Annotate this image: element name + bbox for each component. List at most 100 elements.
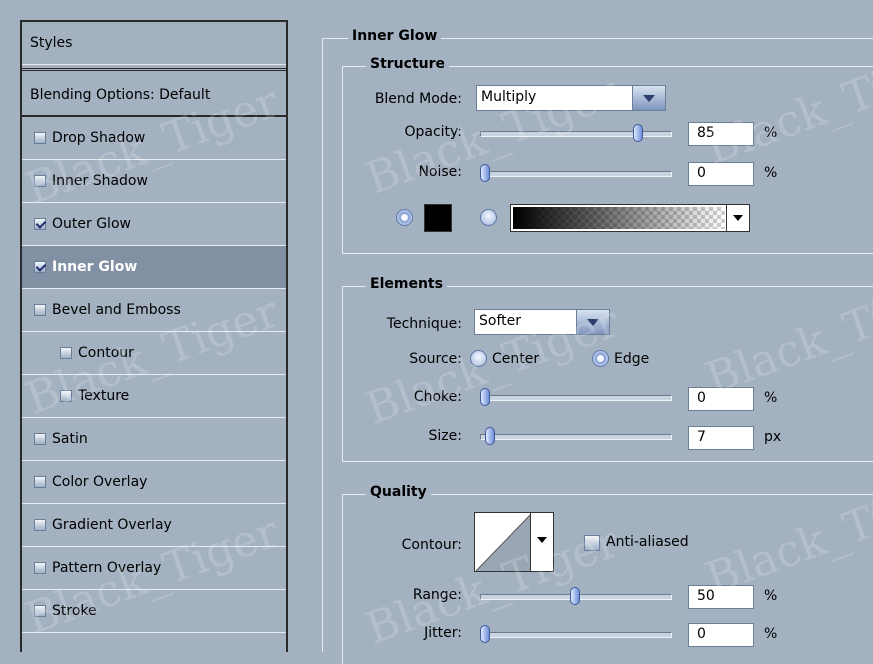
style-checkbox[interactable]: [60, 347, 72, 359]
structure-title: Structure: [366, 56, 450, 72]
style-item-contour[interactable]: Contour: [22, 332, 286, 375]
quality-title: Quality: [366, 484, 431, 500]
contour-picker[interactable]: [474, 512, 554, 572]
styles-header-label: Styles: [30, 35, 73, 51]
jitter-slider-handle[interactable]: [480, 625, 490, 643]
noise-slider[interactable]: [480, 171, 672, 177]
technique-select[interactable]: Softer: [474, 309, 610, 335]
gradient-radio[interactable]: [480, 209, 497, 226]
style-item-label: Pattern Overlay: [52, 560, 162, 576]
style-checkbox[interactable]: [34, 132, 46, 144]
range-unit: %: [764, 588, 778, 604]
inner-glow-group-left-border: [322, 38, 323, 652]
technique-value: Softer: [479, 313, 521, 329]
style-checkbox[interactable]: [34, 605, 46, 617]
style-item-label: Inner Glow: [52, 259, 138, 275]
style-checkbox[interactable]: [34, 562, 46, 574]
contour-preview: [476, 513, 532, 571]
styles-list-panel: Styles Blending Options: Default Drop Sh…: [20, 20, 288, 652]
chevron-down-icon: [537, 537, 547, 543]
size-slider-handle[interactable]: [485, 427, 496, 445]
chevron-down-icon: [733, 215, 743, 221]
blend-mode-select[interactable]: Multiply: [476, 85, 666, 111]
blend-mode-label: Blend Mode:: [374, 91, 462, 107]
choke-unit: %: [764, 390, 778, 406]
opacity-slider[interactable]: [480, 131, 672, 137]
opacity-slider-handle[interactable]: [633, 124, 643, 142]
gradient-dropdown[interactable]: [726, 205, 749, 231]
style-checkbox[interactable]: [34, 433, 46, 445]
choke-slider-handle[interactable]: [480, 388, 490, 406]
anti-aliased-label: Anti-aliased: [606, 534, 689, 550]
noise-input[interactable]: 0: [688, 162, 754, 186]
noise-slider-handle[interactable]: [480, 164, 490, 182]
style-checkbox[interactable]: [34, 519, 46, 531]
elements-title: Elements: [366, 276, 447, 292]
chevron-down-icon[interactable]: [632, 86, 665, 110]
style-checkbox[interactable]: [34, 304, 46, 316]
style-item-label: Texture: [78, 388, 130, 404]
style-item-label: Gradient Overlay: [52, 517, 172, 533]
styles-header[interactable]: Styles: [22, 22, 286, 65]
style-item-inner-glow[interactable]: Inner Glow: [22, 246, 286, 289]
style-checkbox[interactable]: [34, 175, 46, 187]
jitter-slider[interactable]: [480, 632, 672, 638]
style-item-label: Color Overlay: [52, 474, 148, 490]
range-slider-handle[interactable]: [570, 587, 580, 605]
chevron-down-icon[interactable]: [576, 310, 609, 334]
contour-dropdown[interactable]: [530, 513, 553, 571]
source-edge-radio[interactable]: [592, 350, 609, 367]
noise-label: Noise:: [418, 164, 462, 180]
jitter-input[interactable]: 0: [688, 623, 754, 647]
jitter-unit: %: [764, 626, 778, 642]
size-unit: px: [764, 429, 782, 445]
source-center-radio[interactable]: [470, 350, 487, 367]
technique-label: Technique:: [386, 316, 462, 332]
style-item-drop-shadow[interactable]: Drop Shadow: [22, 117, 286, 160]
opacity-label: Opacity:: [404, 124, 462, 140]
range-label: Range:: [412, 587, 462, 603]
blend-mode-value: Multiply: [481, 89, 537, 105]
style-item-label: Bevel and Emboss: [52, 302, 181, 318]
solid-color-radio[interactable]: [396, 209, 413, 226]
style-checkbox[interactable]: [34, 261, 46, 273]
style-item-label: Satin: [52, 431, 88, 447]
glow-color-swatch[interactable]: [424, 204, 452, 232]
contour-label: Contour:: [401, 537, 462, 553]
style-item-stroke[interactable]: Stroke: [22, 590, 286, 633]
style-item-label: Drop Shadow: [52, 130, 146, 146]
style-item-pattern-overlay[interactable]: Pattern Overlay: [22, 547, 286, 590]
style-item-color-overlay[interactable]: Color Overlay: [22, 461, 286, 504]
style-checkbox[interactable]: [34, 218, 46, 230]
size-slider[interactable]: [480, 434, 672, 440]
choke-label: Choke:: [413, 389, 462, 405]
jitter-label: Jitter:: [424, 625, 462, 641]
inner-glow-title: Inner Glow: [348, 28, 442, 44]
size-label: Size:: [428, 428, 462, 444]
style-item-label: Outer Glow: [52, 216, 131, 232]
style-item-inner-shadow[interactable]: Inner Shadow: [22, 160, 286, 203]
style-item-gradient-overlay[interactable]: Gradient Overlay: [22, 504, 286, 547]
opacity-unit: %: [764, 125, 778, 141]
style-checkbox[interactable]: [60, 390, 72, 402]
range-input[interactable]: 50: [688, 585, 754, 609]
choke-slider[interactable]: [480, 395, 672, 401]
style-checkbox[interactable]: [34, 476, 46, 488]
style-item-texture[interactable]: Texture: [22, 375, 286, 418]
opacity-input[interactable]: 85: [688, 122, 754, 146]
style-item-outer-glow[interactable]: Outer Glow: [22, 203, 286, 246]
gradient-picker[interactable]: [510, 204, 750, 232]
style-item-label: Contour: [78, 345, 134, 361]
style-item-label: Inner Shadow: [52, 173, 148, 189]
style-item-bevel-and-emboss[interactable]: Bevel and Emboss: [22, 289, 286, 332]
size-input[interactable]: 7: [688, 426, 754, 450]
source-label: Source:: [409, 351, 462, 367]
style-item-label: Stroke: [52, 603, 97, 619]
gradient-preview: [513, 207, 725, 229]
style-item-satin[interactable]: Satin: [22, 418, 286, 461]
choke-input[interactable]: 0: [688, 387, 754, 411]
divider: [22, 65, 286, 71]
noise-unit: %: [764, 165, 778, 181]
blending-options-row[interactable]: Blending Options: Default: [22, 74, 286, 117]
anti-aliased-checkbox[interactable]: [584, 535, 600, 551]
